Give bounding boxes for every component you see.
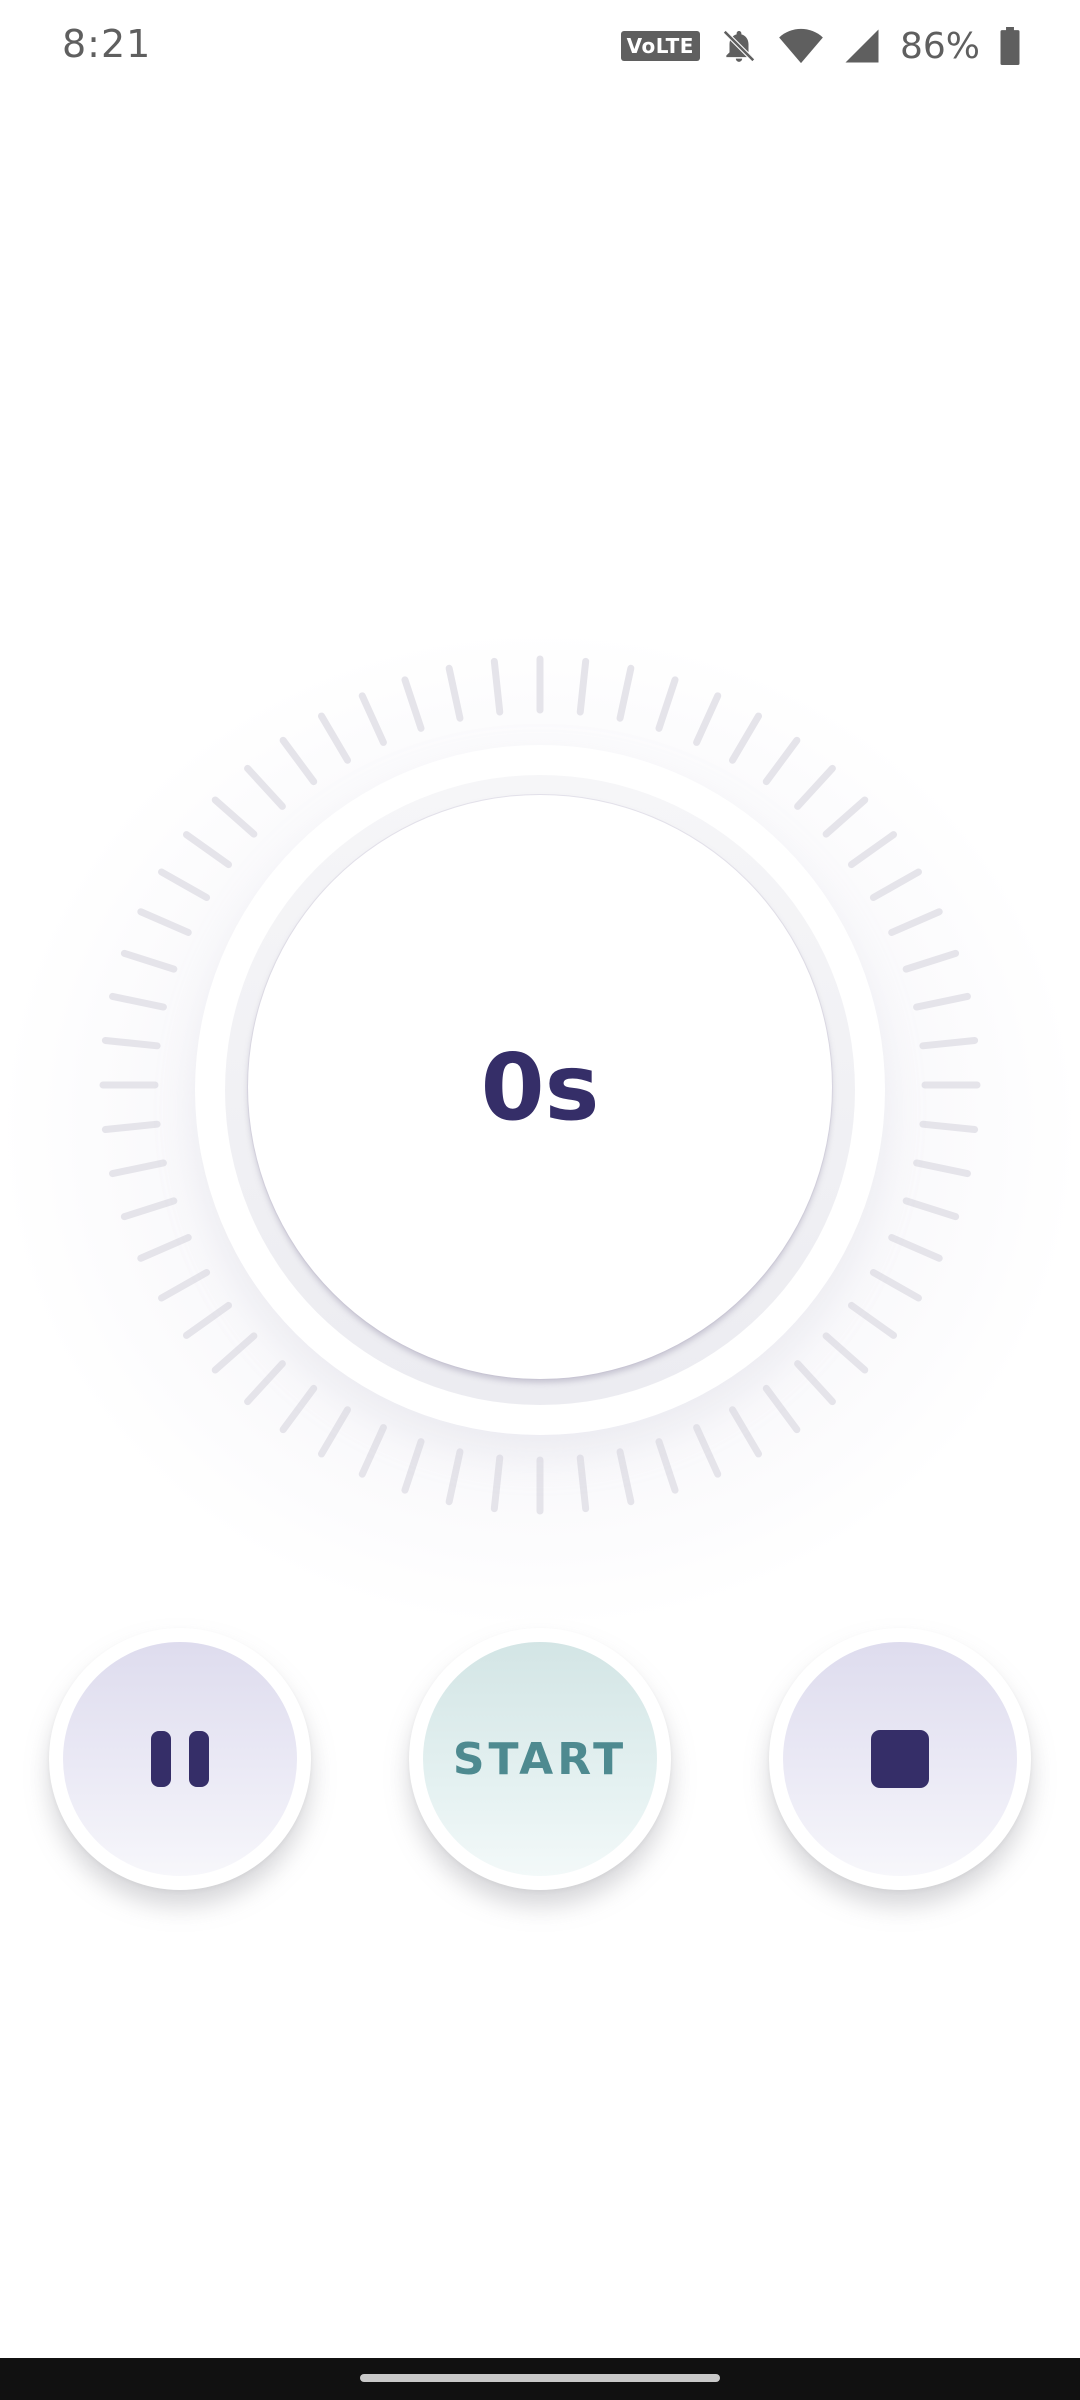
pause-bar-left [151, 1731, 171, 1787]
dial-tick [279, 1384, 318, 1434]
dial-tick [101, 1120, 161, 1134]
dial-tick [158, 1269, 211, 1302]
dial-tick [913, 992, 971, 1011]
dial-tick [401, 676, 425, 732]
pause-icon [151, 1731, 209, 1787]
dial-tick [729, 712, 762, 764]
dial-tick [902, 949, 960, 973]
dial-tick [888, 908, 943, 936]
status-bar: 8:21 VoLTE 86% [0, 0, 1080, 92]
start-label: START [452, 1733, 628, 1785]
dial-tick [445, 1448, 464, 1506]
dial-tick [847, 1301, 898, 1339]
dial-tick [762, 1384, 801, 1434]
dial-tick [490, 657, 504, 716]
dial-tick [869, 868, 922, 901]
dial-tick [318, 712, 351, 764]
dial-tick [762, 736, 801, 786]
dial-tick [902, 1197, 960, 1221]
dial-tick [358, 1424, 387, 1478]
dial-tick [109, 1159, 167, 1178]
dial-tick [693, 1424, 722, 1478]
dial-tick [158, 868, 211, 901]
status-time: 8:21 [62, 22, 152, 66]
wifi-icon [778, 27, 824, 65]
start-button-face: START [423, 1642, 657, 1876]
dial-tick [576, 657, 590, 716]
dial-tick [655, 676, 679, 732]
dial-tick [109, 992, 167, 1011]
dial-tick [888, 1234, 943, 1262]
dial-tick [616, 1448, 635, 1506]
dial-tick [913, 1159, 971, 1178]
status-icons: VoLTE 86% [620, 22, 1020, 70]
battery-percent: 86% [899, 25, 980, 67]
start-button[interactable]: START [409, 1628, 671, 1890]
battery-icon [1000, 27, 1020, 65]
dial-tick [919, 1036, 979, 1050]
dial-tick [655, 1438, 679, 1494]
timer-screen: 8:21 VoLTE 86% 0s START [0, 0, 1080, 2400]
pause-bar-right [189, 1731, 209, 1787]
dial-tick [120, 1197, 178, 1221]
dial-tick [101, 1036, 161, 1050]
stop-button[interactable] [769, 1628, 1031, 1890]
stop-icon [871, 1730, 929, 1788]
dial-tick [445, 664, 464, 722]
home-gesture-handle[interactable] [360, 2374, 720, 2382]
dial-tick [279, 736, 318, 786]
timer-value: 0s [480, 1033, 600, 1141]
stop-button-face [783, 1642, 1017, 1876]
dial-tick [869, 1269, 922, 1302]
dial-tick [616, 664, 635, 722]
dial-tick [576, 1454, 590, 1513]
dial-tick [358, 692, 387, 746]
dial-tick [401, 1438, 425, 1494]
dial-tick [490, 1454, 504, 1513]
dial-tick [318, 1406, 351, 1458]
dial-tick [182, 1301, 233, 1339]
dial-tick [729, 1406, 762, 1458]
pause-button[interactable] [49, 1628, 311, 1890]
dial-tick [137, 908, 192, 936]
dial-tick [182, 831, 233, 869]
dial-tick [919, 1120, 979, 1134]
pause-button-face [63, 1642, 297, 1876]
dial-tick [137, 1234, 192, 1262]
dial-tick [693, 692, 722, 746]
dial-tick [847, 831, 898, 869]
bell-off-icon [720, 27, 758, 65]
dial-tick [120, 949, 178, 973]
cellular-signal-icon [844, 28, 880, 64]
volte-icon: VoLTE [620, 31, 700, 61]
